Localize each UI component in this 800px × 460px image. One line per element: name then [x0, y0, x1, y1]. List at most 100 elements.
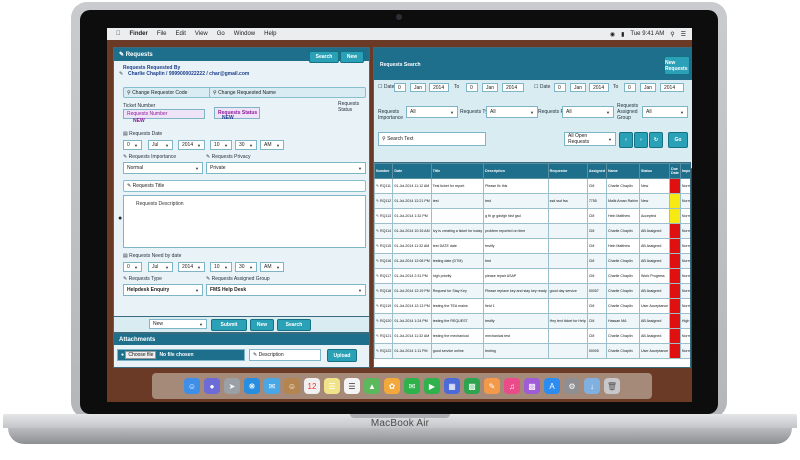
action-select[interactable]: New ▼ [149, 319, 207, 329]
submit-button[interactable]: Submit [211, 319, 247, 331]
wifi-icon[interactable]: ◉ [610, 31, 615, 38]
needby-month-select[interactable]: Jul ▼ [148, 262, 173, 272]
file-input[interactable]: ● Choose file No file chosen [117, 349, 245, 361]
date-day-select[interactable]: 0 ▼ [123, 140, 142, 150]
battery-icon[interactable]: ▮ [621, 31, 624, 38]
assigned-filter[interactable]: All ▼ [642, 106, 688, 118]
due-from-month[interactable]: Jan [570, 83, 586, 92]
needby-minute-select[interactable]: 30 ▼ [235, 262, 257, 272]
privacy-filter[interactable]: All ▼ [562, 106, 614, 118]
due-checkbox[interactable]: ☐ Date [534, 84, 550, 90]
needby-year-select[interactable]: 2014 ▼ [178, 262, 205, 272]
needby-day-select[interactable]: 0 ▼ [123, 262, 142, 272]
type-filter[interactable]: All ▼ [486, 106, 538, 118]
new-action-button[interactable]: New [250, 319, 274, 331]
menu-list-icon[interactable]: ☰ [681, 31, 686, 38]
maps-icon[interactable]: ▲ [364, 378, 380, 394]
search-from-year[interactable]: 2014 [429, 83, 449, 92]
table-header-cell[interactable]: Title [430, 163, 485, 179]
go-button[interactable]: Go [668, 132, 688, 148]
date-minute-select[interactable]: 30 ▼ [235, 140, 257, 150]
due-from-day[interactable]: 0 [554, 83, 566, 92]
refresh-button[interactable]: ↻ [649, 132, 663, 148]
importance-filter[interactable]: All ▼ [406, 106, 458, 118]
table-header-cell[interactable]: Status [638, 163, 671, 179]
menu-file[interactable]: File [157, 31, 167, 37]
menu-window[interactable]: Window [234, 31, 255, 37]
menu-finder[interactable]: Finder [130, 31, 148, 37]
search-from-day[interactable]: 0 [394, 83, 406, 92]
choose-file-button[interactable]: Choose file [125, 351, 157, 359]
search-icon[interactable]: ⚲ [670, 31, 674, 38]
upload-button[interactable]: Upload [327, 349, 357, 362]
search-action-button[interactable]: Search [277, 319, 311, 331]
safari-icon[interactable]: ❋ [244, 378, 260, 394]
facetime-icon[interactable]: ▶ [424, 378, 440, 394]
privacy-select[interactable]: Private ▼ [206, 162, 366, 174]
table-row[interactable]: ✎ RQ113 01-Jul-2014 1:32 PM g fh gr gdsfgh… [374, 208, 690, 224]
new-requests-button[interactable]: New Requests [664, 56, 690, 75]
menu-help[interactable]: Help [264, 31, 276, 37]
menu-go[interactable]: Go [217, 31, 225, 37]
table-row[interactable]: ✎ RQ116 01-Jul-2014 12:08 PM testing date … [374, 253, 690, 269]
needby-ampm-select[interactable]: AM ▼ [260, 262, 284, 272]
due-to-month[interactable]: Jan [640, 83, 656, 92]
date-year-select[interactable]: 2014 ▼ [178, 140, 205, 150]
group-select[interactable]: FMS Help Desk ▼ [206, 284, 366, 296]
app-store-icon[interactable]: A [544, 378, 560, 394]
table-row[interactable]: ✎ RQ112 01-Jul-2014 12:21 PM test test ssd s… [374, 193, 690, 209]
status-filter[interactable]: All Open Requests ▼ [564, 132, 616, 146]
table-header-cell[interactable]: Description [483, 163, 549, 179]
table-header-cell[interactable]: Importance [679, 163, 690, 179]
date-month-select[interactable]: Jul ▼ [148, 140, 173, 150]
request-title-input[interactable]: ✎ Requests Title [123, 180, 366, 192]
siri-icon[interactable]: ● [204, 378, 220, 394]
table-header-cell[interactable]: Number [374, 163, 394, 179]
mail-icon[interactable]: ✉ [264, 378, 280, 394]
books-icon[interactable]: ▩ [524, 378, 540, 394]
music-icon[interactable]: ♫ [504, 378, 520, 394]
search-to-month[interactable]: Jan [482, 83, 498, 92]
contacts-icon[interactable]: ☺ [284, 378, 300, 394]
photos-icon[interactable]: ✿ [384, 378, 400, 394]
trash-icon[interactable]: 🗑 [604, 378, 620, 394]
messages-icon[interactable]: ✉ [404, 378, 420, 394]
table-header-cell[interactable]: Assigned [586, 163, 608, 179]
calendar-icon[interactable]: 12 [304, 378, 320, 394]
menubar-clock[interactable]: Tue 9:41 AM [630, 31, 664, 37]
due-to-day[interactable]: 0 [624, 83, 636, 92]
change-requested-name[interactable]: ⚲ Change Requested Name [209, 87, 366, 98]
table-header-cell[interactable]: Date [392, 163, 432, 179]
search-from-month[interactable]: Jan [410, 83, 426, 92]
table-header-cell[interactable]: Name [606, 163, 640, 179]
date-hour-select[interactable]: 10 ▼ [210, 140, 232, 150]
reminders-icon[interactable]: ☰ [344, 378, 360, 394]
downloads-icon[interactable]: ↓ [584, 378, 600, 394]
due-from-year[interactable]: 2014 [589, 83, 609, 92]
launchpad-icon[interactable]: ➤ [224, 378, 240, 394]
type-select[interactable]: Helpdesk Enquiry ▼ [123, 284, 203, 296]
table-row[interactable]: ✎ RQ117 01-Jul-2014 2:31 PM high priority p… [374, 268, 690, 284]
table-row[interactable]: ✎ RQ114 01-Jul-2014 10:15 AM Ivy is creati… [374, 223, 690, 239]
finder-icon[interactable]: ☺ [184, 378, 200, 394]
table-header-cell[interactable]: Requestor [547, 163, 588, 179]
needby-hour-select[interactable]: 10 ▼ [210, 262, 232, 272]
prev-page-button[interactable]: ‹ [619, 132, 633, 148]
search-to-year[interactable]: 2014 [502, 83, 524, 92]
table-row[interactable]: ✎ RQ122 01-Jul-2014 1:11 PM good service o… [374, 343, 690, 359]
search-to-day[interactable]: 0 [466, 83, 478, 92]
table-row[interactable]: ✎ RQ119 01-Jul-2014 12:13 PM testing the T… [374, 298, 690, 314]
next-page-button[interactable]: › [634, 132, 648, 148]
menu-view[interactable]: View [195, 31, 208, 37]
notes-icon[interactable]: ☰ [324, 378, 340, 394]
table-row[interactable]: ✎ RQ111 01-Jul-2014 11:12 AM Test ticket f… [374, 178, 690, 194]
table-row[interactable]: ✎ RQ118 01-Jul-2014 12:19 PM Request for S… [374, 283, 690, 299]
apple-icon[interactable]:  [116, 31, 121, 37]
numbers-icon[interactable]: ▩ [464, 378, 480, 394]
pages-icon[interactable]: ✎ [484, 378, 500, 394]
date-ampm-select[interactable]: AM ▼ [260, 140, 284, 150]
date-checkbox-left[interactable]: ☐ Date [378, 84, 394, 90]
search-text-input[interactable]: ⚲ Search Text [378, 132, 486, 146]
keynote-icon[interactable]: ▦ [444, 378, 460, 394]
table-row[interactable]: ✎ RQ115 01-Jul-2014 11:32 AM test DATE dat… [374, 238, 690, 254]
